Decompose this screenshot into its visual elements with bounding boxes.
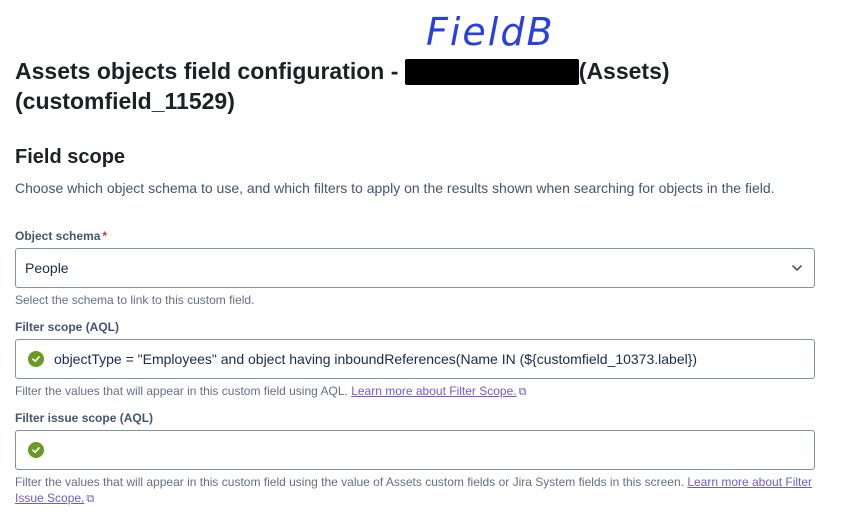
filter-scope-help-text: Filter the values that will appear in th… (15, 384, 348, 398)
filter-issue-scope-help: Filter the values that will appear in th… (15, 474, 815, 507)
filter-issue-scope-input[interactable] (15, 430, 815, 470)
filter-scope-learn-more-link[interactable]: Learn more about Filter Scope. (351, 384, 516, 398)
page-title-suffix: (Assets) (578, 58, 670, 84)
page-title-prefix: Assets objects field configuration - (15, 58, 399, 84)
handwritten-annotation: FieldB (426, 10, 555, 54)
filter-scope-label: Filter scope (AQL) (15, 320, 120, 334)
required-indicator: * (102, 229, 108, 243)
chevron-down-icon (792, 265, 802, 271)
external-link-icon: ⧉ (518, 386, 527, 398)
object-schema-select[interactable]: People (15, 248, 815, 288)
redacted-field-name (404, 59, 579, 85)
external-link-icon: ⧉ (86, 493, 95, 505)
filter-scope-help: Filter the values that will appear in th… (15, 383, 815, 400)
filter-scope-input[interactable]: objectType = "Employees" and object havi… (15, 339, 815, 379)
filter-issue-scope-label: Filter issue scope (AQL) (15, 411, 154, 425)
check-circle-icon (28, 442, 44, 458)
object-schema-help: Select the schema to link to this custom… (15, 293, 255, 307)
section-title: Field scope (15, 146, 126, 168)
check-circle-icon (28, 351, 44, 367)
filter-issue-scope-help-text: Filter the values that will appear in th… (15, 475, 684, 489)
object-schema-label-text: Object schema (15, 229, 101, 243)
filter-scope-value: objectType = "Employees" and object havi… (54, 351, 698, 367)
object-schema-value: People (25, 260, 69, 276)
object-schema-label: Object schema * (15, 229, 107, 243)
page-title: Assets objects field configuration - (As… (15, 56, 755, 116)
section-description: Choose which object schema to use, and w… (15, 180, 775, 196)
page-title-field-id: (customfield_11529) (15, 88, 235, 114)
